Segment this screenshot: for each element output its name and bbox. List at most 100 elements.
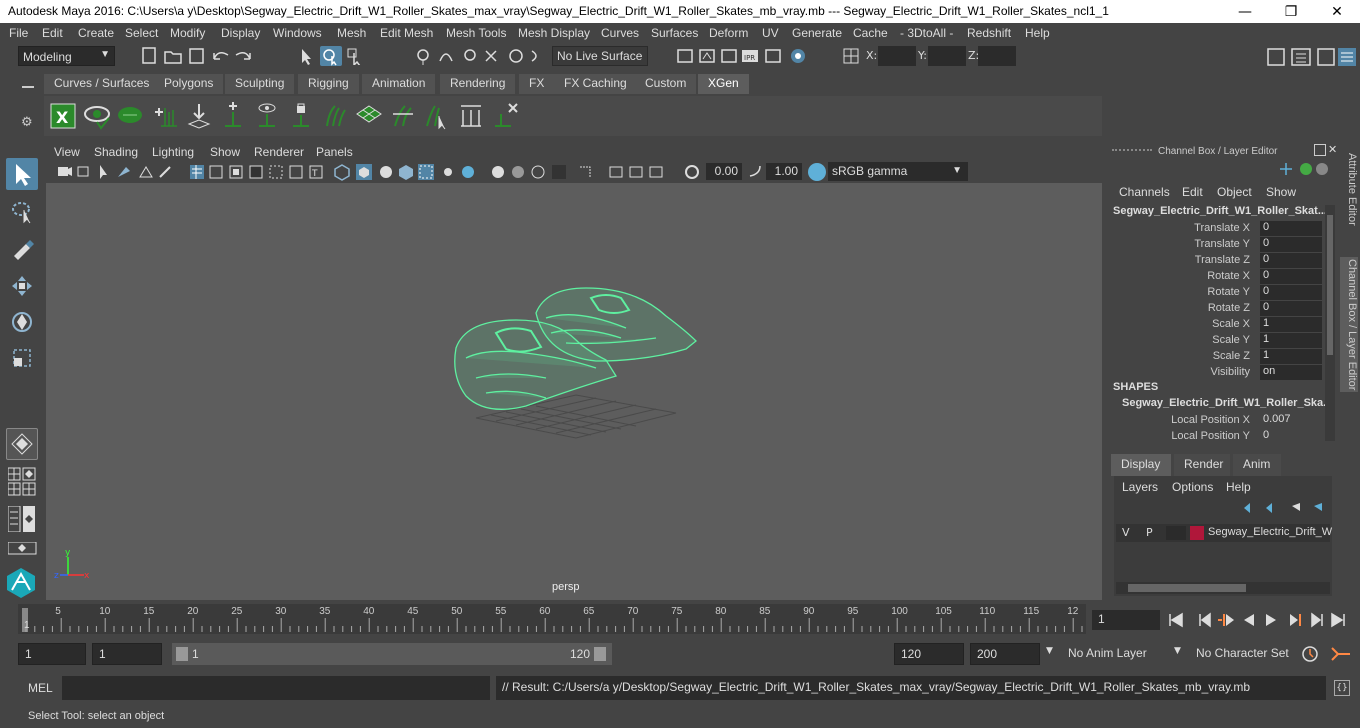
range-bar[interactable]: 1 120 — [172, 643, 612, 665]
shelf-menu-icon[interactable] — [22, 86, 34, 88]
scrollbar-thumb[interactable] — [1327, 215, 1333, 355]
layer-row[interactable]: V P Segway_Electric_Drift_W — [1116, 524, 1332, 542]
channel-value[interactable]: 0 — [1260, 285, 1322, 300]
channel-value[interactable]: 0.007 — [1260, 413, 1322, 428]
move-tool-icon[interactable] — [6, 270, 38, 302]
channel-value[interactable]: 0 — [1260, 269, 1322, 284]
channel-scale-x[interactable]: Scale X 1 — [1106, 317, 1324, 333]
exposure-field[interactable]: 0.00 — [706, 163, 742, 180]
layer-name[interactable]: Segway_Electric_Drift_W — [1208, 526, 1332, 538]
menu-mesh[interactable]: Mesh — [337, 26, 366, 40]
channel-local-position-x[interactable]: Local Position X 0.007 — [1106, 413, 1324, 429]
channel-translate-y[interactable]: Translate Y 0 — [1106, 237, 1324, 253]
channel-scale-z[interactable]: Scale Z 1 — [1106, 349, 1324, 365]
layer-action-icons[interactable] — [1240, 500, 1330, 514]
character-set-dropdown[interactable]: No Character Set — [1190, 643, 1294, 665]
vp-menu-lighting[interactable]: Lighting — [152, 145, 194, 159]
gamma-field[interactable]: 1.00 — [766, 163, 802, 180]
object-name[interactable]: Segway_Electric_Drift_W1_Roller_Skat... — [1113, 205, 1327, 217]
paint-select-tool-icon[interactable] — [6, 232, 38, 264]
channel-value[interactable]: 1 — [1260, 317, 1322, 332]
channel-rotate-y[interactable]: Rotate Y 0 — [1106, 285, 1324, 301]
layer-visibility-toggle[interactable]: V — [1122, 526, 1130, 539]
layout-icons[interactable] — [7, 466, 38, 501]
scene-view[interactable]: y x z — [46, 183, 1102, 600]
command-language[interactable]: MEL — [28, 681, 53, 695]
outliner-icon[interactable] — [7, 541, 38, 559]
menu-surfaces[interactable]: Surfaces — [651, 26, 698, 40]
menu-modify[interactable]: Modify — [170, 26, 205, 40]
channel-visibility[interactable]: Visibility on — [1106, 365, 1324, 381]
layer-type-toggle[interactable] — [1166, 526, 1186, 540]
xgen-cut-icon[interactable] — [388, 100, 418, 132]
script-editor-icon[interactable]: {} — [1334, 680, 1350, 696]
end-time-field[interactable]: 200 — [970, 643, 1040, 665]
tab-polygons[interactable]: Polygons — [154, 74, 224, 94]
anim-layer-dropdown[interactable]: No Anim Layer — [1062, 643, 1164, 665]
channel-scale-y[interactable]: Scale Y 1 — [1106, 333, 1324, 349]
menu-create[interactable]: Create — [78, 26, 114, 40]
file-icons[interactable] — [140, 47, 210, 65]
mode-dropdown[interactable]: Modeling ▼ — [18, 46, 115, 66]
menu-deform[interactable]: Deform — [709, 26, 748, 40]
close-button[interactable]: ✕ — [1314, 0, 1360, 23]
menu-cache[interactable]: Cache — [853, 26, 888, 40]
select-by-component-icon[interactable] — [320, 46, 342, 66]
menu-display[interactable]: Display — [221, 26, 260, 40]
xgen-logo-icon[interactable] — [4, 566, 38, 598]
vp-menu-show[interactable]: Show — [210, 145, 240, 159]
scrollbar-thumb[interactable] — [1128, 584, 1246, 592]
channel-value[interactable]: 1 — [1260, 333, 1322, 348]
viewport-3d[interactable]: y x z persp — [46, 183, 1102, 600]
range-start-handle[interactable] — [176, 647, 188, 661]
tab-rendering[interactable]: Rendering — [440, 74, 516, 94]
le-menu-layers[interactable]: Layers — [1122, 480, 1158, 494]
menu-edit[interactable]: Edit — [42, 26, 63, 40]
xgen-lock-guide-icon[interactable] — [286, 100, 316, 132]
channel-value[interactable]: on — [1260, 365, 1322, 380]
channel-rotate-z[interactable]: Rotate Z 0 — [1106, 301, 1324, 317]
menu-mesh-tools[interactable]: Mesh Tools — [446, 26, 506, 40]
xgen-select-icon[interactable] — [422, 100, 452, 132]
select-by-hierarchy-icon[interactable] — [298, 47, 316, 65]
gear-icon[interactable]: ⚙ — [21, 115, 33, 130]
vp-menu-renderer[interactable]: Renderer — [254, 145, 304, 159]
time-slider[interactable]: 1 5 10 15 20 25 30 35 40 45 50 55 60 65 70 75 80 85 90 95 1… — [0, 604, 1360, 636]
channel-value[interactable]: 0 — [1260, 237, 1322, 252]
float-icon[interactable] — [1314, 144, 1326, 156]
tab-curves-surfaces[interactable]: Curves / Surfaces — [44, 74, 160, 94]
tab-custom[interactable]: Custom — [635, 74, 697, 94]
render-icons[interactable]: IPR — [676, 47, 816, 65]
channel-value[interactable]: 0 — [1260, 221, 1322, 236]
tab-channel-box[interactable]: Channel Box / Layer Editor — [1340, 257, 1358, 393]
tab-xgen[interactable]: XGen — [698, 74, 749, 94]
tab-display[interactable]: Display — [1111, 454, 1171, 476]
tab-attribute-editor[interactable]: Attribute Editor — [1340, 153, 1358, 226]
le-menu-options[interactable]: Options — [1172, 480, 1213, 494]
panel-icons[interactable] — [7, 505, 38, 535]
y-field[interactable] — [928, 46, 966, 66]
xgen-preview-icon[interactable] — [82, 100, 112, 132]
grip-handle[interactable] — [1112, 149, 1152, 153]
tab-anim[interactable]: Anim — [1233, 454, 1281, 476]
channel-translate-z[interactable]: Translate Z 0 — [1106, 253, 1324, 269]
tab-render[interactable]: Render — [1174, 454, 1230, 476]
xgen-grid-icon[interactable] — [354, 100, 384, 132]
color-management-toggle[interactable] — [808, 163, 826, 181]
channel-box-toggle-icons[interactable] — [1278, 161, 1328, 179]
minimize-button[interactable]: — — [1222, 0, 1268, 23]
tab-sculpting[interactable]: Sculpting — [225, 74, 295, 94]
cb-menu-channels[interactable]: Channels — [1119, 185, 1170, 199]
xgen-leaf-icon[interactable] — [116, 100, 146, 132]
quad-layout-icon[interactable] — [6, 428, 38, 460]
xgen-plus-guide-icon[interactable] — [218, 100, 248, 132]
vp-menu-panels[interactable]: Panels — [316, 145, 353, 159]
playback-controls[interactable] — [1166, 610, 1356, 630]
current-frame-field[interactable]: 1 — [1092, 610, 1160, 630]
prefs-icons[interactable] — [1298, 644, 1358, 664]
xgen-down-arrow-icon[interactable] — [184, 100, 214, 132]
menu-select[interactable]: Select — [125, 26, 158, 40]
layer-playback-toggle[interactable]: P — [1146, 526, 1153, 539]
select-by-object-icon[interactable] — [346, 47, 364, 67]
le-menu-help[interactable]: Help — [1226, 480, 1251, 494]
